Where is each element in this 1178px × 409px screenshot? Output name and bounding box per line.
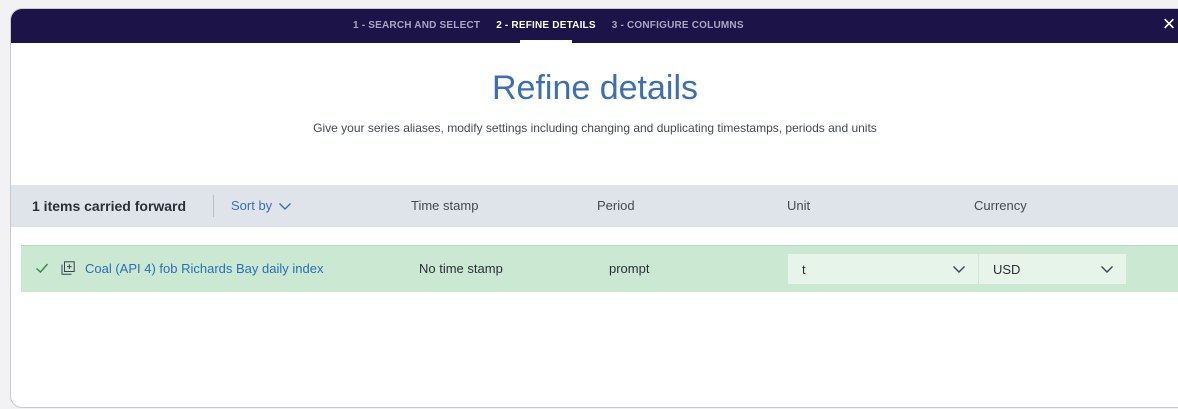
refine-details-dialog: 1 - SEARCH AND SELECT 2 - REFINE DETAILS…	[10, 8, 1178, 408]
unit-select[interactable]: t	[788, 254, 978, 284]
currency-select-value: USD	[993, 261, 1021, 277]
check-icon[interactable]	[35, 261, 49, 275]
page-title: Refine details	[491, 69, 698, 107]
close-icon[interactable]: ×	[1162, 13, 1176, 35]
series-table-header: 1 items carried forward Sort by Time sta…	[11, 185, 1178, 227]
step-configure-columns[interactable]: 3 - CONFIGURE COLUMNS	[612, 9, 744, 43]
sort-by-button[interactable]: Sort by	[231, 185, 292, 227]
header-divider	[213, 195, 214, 217]
currency-select[interactable]: USD	[979, 254, 1126, 284]
sort-by-label: Sort by	[231, 198, 273, 213]
column-header-timestamp: Time stamp	[411, 198, 479, 213]
column-header-period: Period	[597, 198, 635, 213]
page-subtitle: Give your series aliases, modify setting…	[313, 121, 877, 135]
chevron-down-icon	[279, 203, 292, 210]
duplicate-icon[interactable]	[61, 261, 75, 275]
table-row[interactable]: Coal (API 4) fob Richards Bay daily inde…	[21, 245, 1178, 292]
column-header-currency: Currency	[974, 198, 1027, 213]
unit-select-value: t	[802, 261, 806, 277]
column-header-unit: Unit	[787, 198, 811, 213]
chevron-down-icon	[1101, 266, 1113, 273]
chevron-down-icon	[953, 266, 965, 273]
wizard-topbar: 1 - SEARCH AND SELECT 2 - REFINE DETAILS…	[11, 9, 1178, 43]
step-search-and-select[interactable]: 1 - SEARCH AND SELECT	[353, 9, 480, 43]
step-refine-details[interactable]: 2 - REFINE DETAILS	[496, 9, 596, 43]
period-value[interactable]: prompt	[609, 246, 649, 292]
wizard-steps: 1 - SEARCH AND SELECT 2 - REFINE DETAILS…	[353, 9, 744, 43]
series-name-link[interactable]: Coal (API 4) fob Richards Bay daily inde…	[85, 246, 323, 292]
items-carried-count: 1 items carried forward	[32, 198, 187, 214]
timestamp-value[interactable]: No time stamp	[419, 246, 503, 292]
